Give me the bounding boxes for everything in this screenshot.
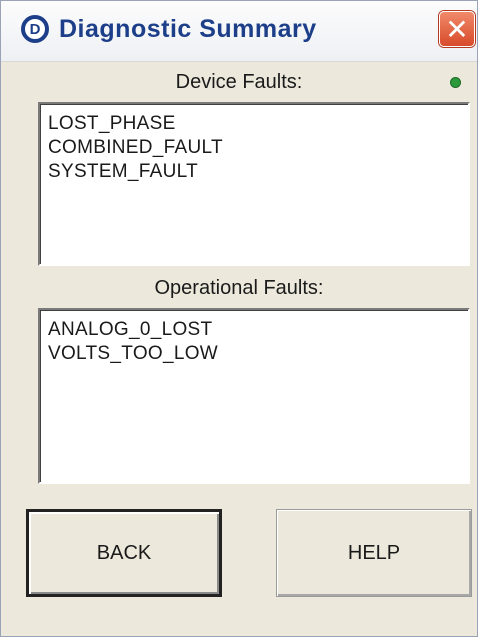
close-icon: ✕ — [445, 13, 469, 45]
close-button[interactable]: ✕ — [439, 11, 475, 47]
app-icon: D — [21, 15, 49, 43]
list-item[interactable]: SYSTEM_FAULT — [48, 160, 468, 184]
diagnostic-summary-window: D Diagnostic Summary ✕ Device Faults: LO… — [0, 0, 478, 637]
help-button[interactable]: HELP — [276, 509, 472, 597]
operational-faults-list[interactable]: ANALOG_0_LOST VOLTS_TOO_LOW — [38, 308, 470, 484]
device-faults-list[interactable]: LOST_PHASE COMBINED_FAULT SYSTEM_FAULT — [38, 102, 470, 266]
operational-faults-label: Operational Faults: — [154, 277, 324, 299]
status-led-icon — [450, 77, 461, 88]
title-bar[interactable]: D Diagnostic Summary ✕ — [1, 1, 477, 62]
list-item[interactable]: ANALOG_0_LOST — [48, 318, 468, 342]
device-faults-label: Device Faults: — [175, 71, 303, 93]
list-item[interactable]: VOLTS_TOO_LOW — [48, 342, 468, 366]
list-item[interactable]: LOST_PHASE — [48, 112, 468, 136]
window-title: Diagnostic Summary — [59, 15, 317, 43]
back-button[interactable]: BACK — [26, 509, 222, 597]
list-item[interactable]: COMBINED_FAULT — [48, 136, 468, 160]
